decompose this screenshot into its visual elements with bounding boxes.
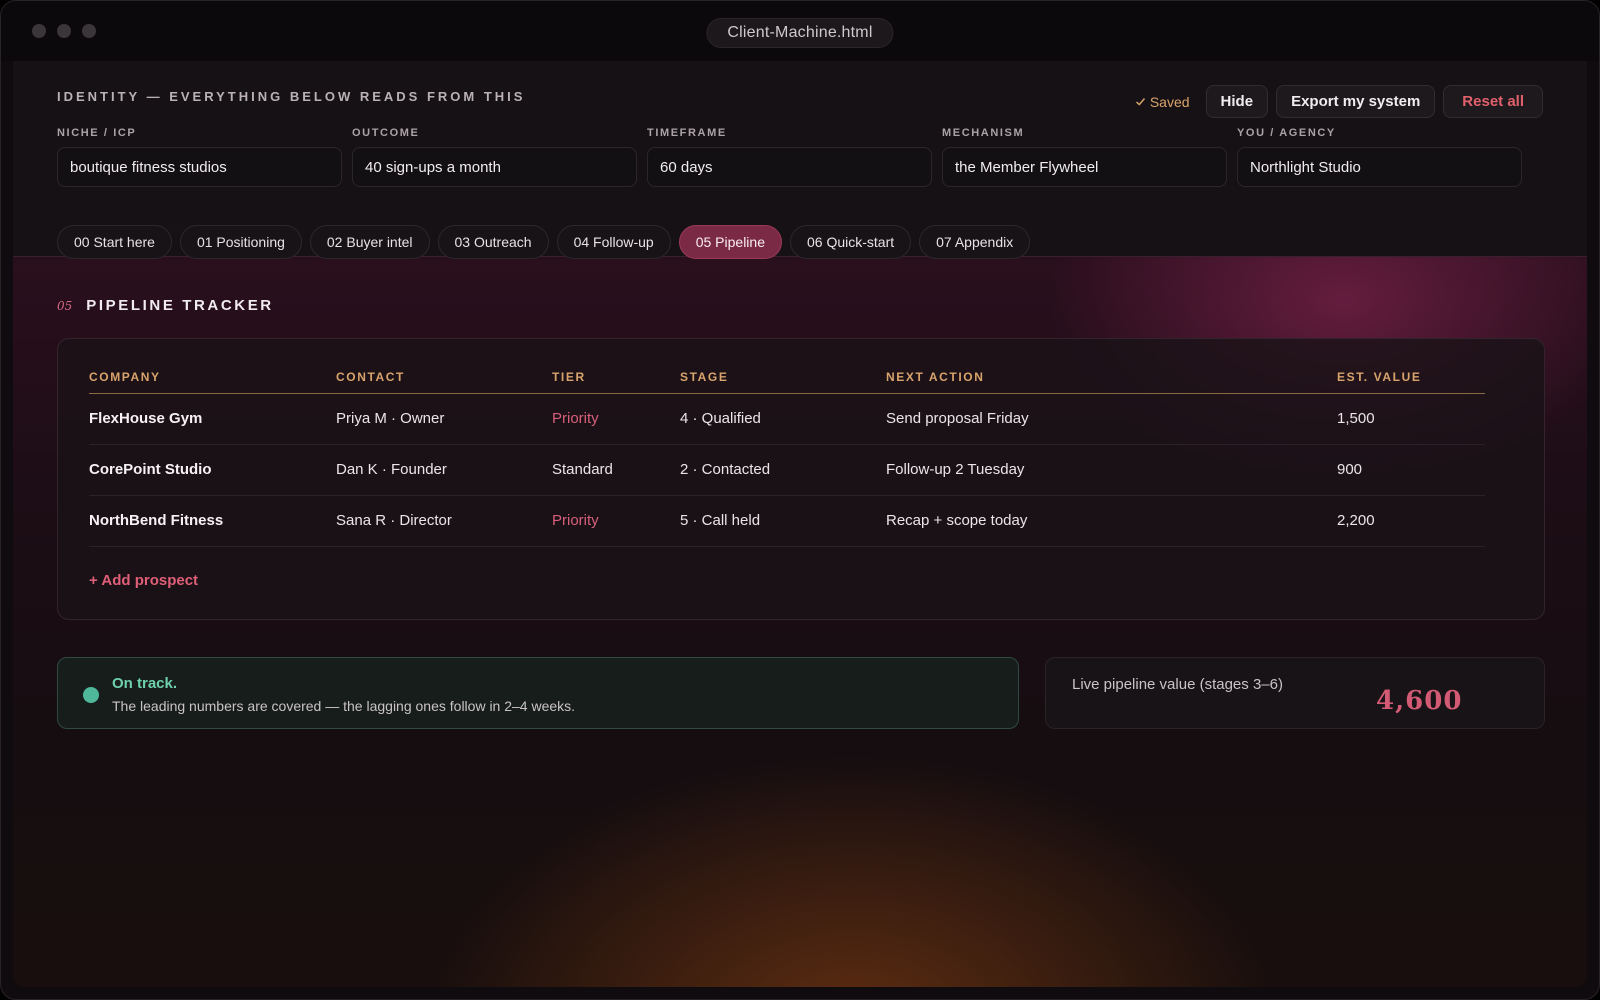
window-title: Client-Machine.html [706,18,894,48]
tier-cell[interactable]: Priority [552,393,680,445]
pipeline-table-card: COMPANY CONTACT TIER STAGE NEXT ACTION E… [57,338,1545,620]
table-row[interactable]: FlexHouse Gym Priya M · Owner Priority 4… [89,393,1485,445]
contact-cell[interactable]: Dan K · Founder [336,444,552,496]
table-header-row: COMPANY CONTACT TIER STAGE NEXT ACTION E… [89,361,1485,394]
pipeline-value-amount: 4,600 [1376,686,1463,716]
close-window-button[interactable] [32,24,46,38]
check-icon [1135,94,1146,110]
outcome-label: OUTCOME [352,127,420,139]
next-action-cell[interactable]: Send proposal Friday [886,393,1337,445]
tier-cell[interactable]: Priority [552,495,680,547]
mechanism-input[interactable] [942,147,1227,187]
identity-title: IDENTITY — EVERYTHING BELOW READS FROM T… [57,89,526,104]
niche-input[interactable] [57,147,342,187]
tab-outreach[interactable]: 03 Outreach [437,225,549,259]
minimize-window-button[interactable] [57,24,71,38]
add-prospect-button[interactable]: + Add prospect [89,572,198,589]
timeframe-field: TIMEFRAME [647,127,932,187]
niche-field: NICHE / ICP [57,127,342,187]
identity-panel: IDENTITY — EVERYTHING BELOW READS FROM T… [13,61,1587,259]
title-bar: Client-Machine.html [1,1,1599,61]
stage-cell[interactable]: 4 · Qualified [680,393,886,445]
outcome-input[interactable] [352,147,637,187]
stage-cell[interactable]: 5 · Call held [680,495,886,547]
identity-fields: NICHE / ICP OUTCOME TIMEFRAME MECHANISM … [57,127,1522,187]
column-est-value[interactable]: EST. VALUE [1337,361,1485,394]
niche-label: NICHE / ICP [57,127,137,139]
agency-input[interactable] [1237,147,1522,187]
reset-all-button[interactable]: Reset all [1443,85,1543,118]
pipeline-value-card: Live pipeline value (stages 3–6) 4,600 [1045,657,1545,729]
export-button[interactable]: Export my system [1276,85,1436,118]
mechanism-field: MECHANISM [942,127,1227,187]
mechanism-label: MECHANISM [942,127,1025,139]
pipeline-value-label: Live pipeline value (stages 3–6) [1072,676,1283,693]
table-row[interactable]: NorthBend Fitness Sana R · Director Prio… [89,495,1485,547]
status-text: The leading numbers are covered — the la… [112,698,576,714]
tab-appendix[interactable]: 07 Appendix [919,225,1031,259]
table-row[interactable]: CorePoint Studio Dan K · Founder Standar… [89,444,1485,496]
pipeline-table: COMPANY CONTACT TIER STAGE NEXT ACTION E… [89,361,1485,547]
outcome-field: OUTCOME [352,127,637,187]
column-company[interactable]: COMPANY [89,361,336,394]
company-cell[interactable]: FlexHouse Gym [89,393,336,445]
company-cell[interactable]: NorthBend Fitness [89,495,336,547]
next-action-cell[interactable]: Recap + scope today [886,495,1337,547]
contact-cell[interactable]: Priya M · Owner [336,393,552,445]
zoom-window-button[interactable] [82,24,96,38]
section-header: 05 PIPELINE TRACKER [57,297,274,314]
tab-positioning[interactable]: 01 Positioning [179,225,302,259]
agency-label: YOU / AGENCY [1237,127,1336,139]
agency-field: YOU / AGENCY [1237,127,1522,187]
tab-pipeline[interactable]: 05 Pipeline [678,225,782,259]
status-card: On track. The leading numbers are covere… [57,657,1019,729]
column-stage[interactable]: STAGE [680,361,886,394]
status-title: On track. [112,675,178,692]
next-action-cell[interactable]: Follow-up 2 Tuesday [886,444,1337,496]
header-actions: Saved Hide Export my system Reset all [1135,85,1543,118]
timeframe-input[interactable] [647,147,932,187]
company-cell[interactable]: CorePoint Studio [89,444,336,496]
saved-status: Saved [1135,94,1190,110]
contact-cell[interactable]: Sana R · Director [336,495,552,547]
value-cell[interactable]: 900 [1337,444,1485,496]
tab-follow-up[interactable]: 04 Follow-up [556,225,671,259]
value-cell[interactable]: 1,500 [1337,393,1485,445]
stage-cell[interactable]: 2 · Contacted [680,444,886,496]
main-content: IDENTITY — EVERYTHING BELOW READS FROM T… [13,61,1587,987]
timeframe-label: TIMEFRAME [647,127,727,139]
tab-start-here[interactable]: 00 Start here [57,225,172,259]
tab-quick-start[interactable]: 06 Quick-start [790,225,912,259]
column-contact[interactable]: CONTACT [336,361,552,394]
app-window: Client-Machine.html IDENTITY — EVERYTHIN… [0,0,1600,1000]
value-cell[interactable]: 2,200 [1337,495,1485,547]
window-controls [32,24,96,38]
hide-button[interactable]: Hide [1205,85,1269,118]
status-dot-icon [83,687,99,703]
saved-label: Saved [1149,93,1190,110]
tab-buyer-intel[interactable]: 02 Buyer intel [309,225,430,259]
section-title: PIPELINE TRACKER [86,297,274,314]
section-tabs: 00 Start here 01 Positioning 02 Buyer in… [57,225,1031,259]
section-number: 05 [57,298,73,313]
column-tier[interactable]: TIER [552,361,680,394]
tier-cell[interactable]: Standard [552,444,680,496]
column-next-action[interactable]: NEXT ACTION [886,361,1337,394]
